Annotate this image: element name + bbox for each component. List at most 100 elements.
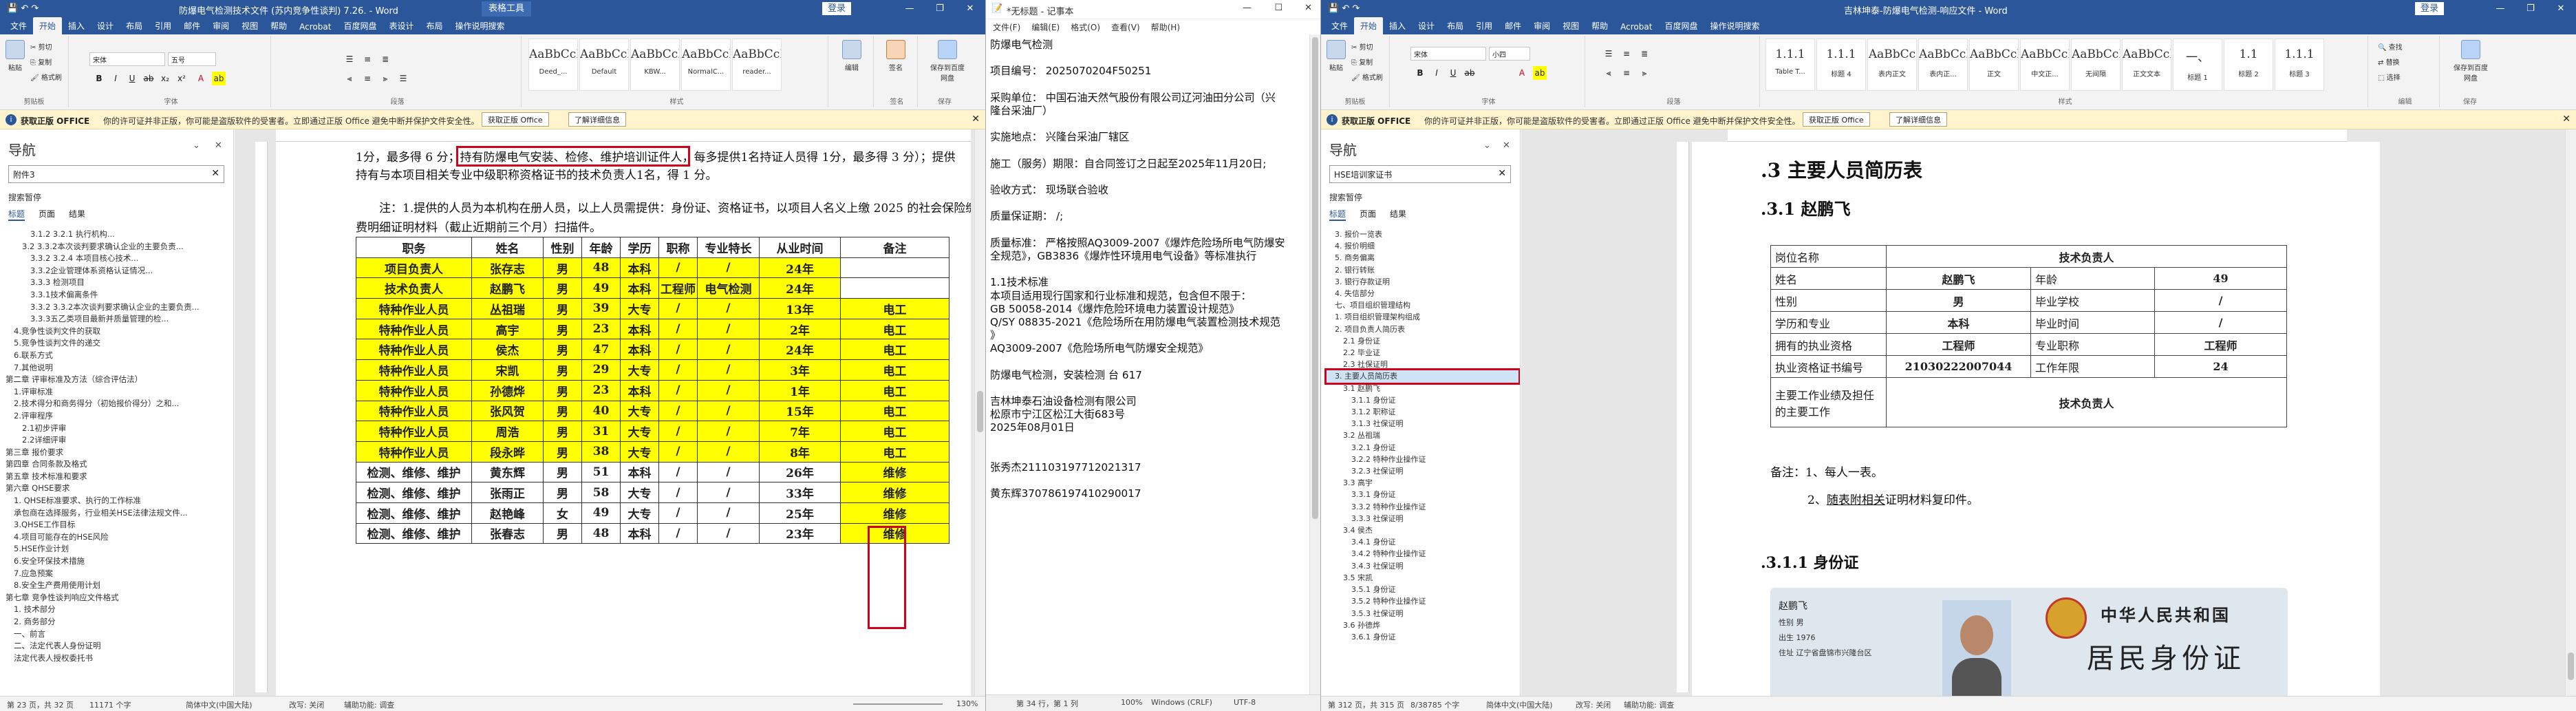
ribbon-tab[interactable]: 审阅 — [206, 17, 235, 34]
table-cell[interactable]: / — [697, 502, 760, 524]
ribbon-tab[interactable]: 邮件 — [178, 17, 206, 34]
close-icon[interactable]: ✕ — [955, 0, 985, 18]
ribbon-tab[interactable]: 操作说明搜索 — [1704, 17, 1765, 34]
table-cell[interactable]: 检测、维修、维护 — [356, 461, 472, 483]
table-cell[interactable]: 本科 — [620, 461, 659, 483]
table-cell[interactable]: / — [658, 421, 698, 442]
style-gallery-item[interactable]: AaBbCcDd reader... — [732, 39, 782, 91]
nav-tree-item[interactable]: 第六章 QHSE要求 — [6, 482, 232, 495]
style-gallery-item[interactable]: AaBbCcI 表内正... — [1918, 39, 1968, 91]
nav-tree-item[interactable]: 3.2.2 特种作业操作证 — [1327, 454, 1518, 465]
nav-tree-item[interactable]: 3.5.1 身份证 — [1327, 584, 1518, 595]
ribbon-tab[interactable]: 视图 — [235, 17, 264, 34]
nav-tab[interactable]: 结果 — [1390, 208, 1406, 221]
table-label-cell[interactable]: 专业职称 — [2030, 333, 2155, 356]
bold-button[interactable]: B — [92, 72, 106, 85]
table-value-cell[interactable]: / — [2154, 289, 2288, 312]
table-label-cell[interactable]: 主要工作业绩及担任的主要工作 — [1770, 377, 1887, 427]
nav-tree-item[interactable]: 3.3.2 特种作业操作证 — [1327, 501, 1518, 513]
nav-tree-item[interactable]: 一、前言 — [6, 628, 232, 641]
italic-button[interactable]: I — [109, 72, 122, 85]
table-cell[interactable]: 孙德烨 — [471, 379, 544, 401]
clear-search-icon[interactable]: ✕ — [1498, 168, 1506, 179]
table-cell[interactable]: / — [697, 379, 760, 401]
table-cell[interactable]: 电气检测 — [697, 277, 760, 299]
table-cell[interactable]: / — [697, 421, 760, 442]
table-cell[interactable]: 大专 — [620, 441, 659, 463]
table-cell[interactable]: / — [697, 339, 760, 361]
table-cell[interactable]: 本科 — [620, 522, 659, 544]
close-icon[interactable]: ✕ — [2546, 0, 2576, 18]
style-gallery-item[interactable]: AaBbCcI Default — [579, 39, 629, 91]
table-cell[interactable]: 特种作业人员 — [356, 318, 472, 340]
table-cell[interactable]: 特种作业人员 — [356, 379, 472, 401]
nav-tree-item[interactable]: 2. 项目负责人简历表 — [1327, 323, 1518, 335]
overtype-indicator[interactable]: 改写: 关闭 — [1576, 699, 1611, 710]
clear-search-icon[interactable]: ✕ — [211, 168, 219, 179]
table-cell[interactable]: 男 — [543, 400, 582, 422]
subscript-button[interactable]: x₂ — [158, 72, 172, 85]
nav-options-icon[interactable]: ⌄ — [1483, 140, 1491, 151]
table-cell[interactable]: 电工 — [840, 400, 949, 422]
menu-item[interactable]: 文件(F) — [993, 21, 1020, 34]
menu-item[interactable]: 编辑(E) — [1031, 21, 1060, 34]
table-cell[interactable]: 大专 — [620, 421, 659, 442]
ribbon-tab[interactable]: 开始 — [33, 17, 63, 34]
table-cell[interactable]: 男 — [543, 298, 582, 319]
multilevel-icon[interactable]: ≣ — [1638, 47, 1651, 61]
table-cell[interactable]: 黄东辉 — [471, 461, 544, 483]
font-name-combo[interactable]: 宋体 — [1410, 47, 1486, 61]
font-color-icon[interactable]: A — [1515, 66, 1529, 80]
table-cell[interactable]: / — [697, 400, 760, 422]
table-cell[interactable]: / — [697, 318, 760, 340]
superscript-button[interactable]: x² — [175, 72, 189, 85]
table-cell[interactable]: / — [697, 359, 760, 381]
ribbon-tab[interactable]: 邮件 — [1499, 17, 1527, 34]
style-gallery-item[interactable]: 1.1 标题 2 — [2224, 39, 2273, 91]
table-cell[interactable]: / — [697, 522, 760, 544]
menu-item[interactable]: 格式(O) — [1071, 21, 1100, 34]
table-cell[interactable]: 项目负责人 — [356, 257, 472, 279]
table-value-cell[interactable]: 21030222007044 — [1886, 355, 2031, 378]
table-cell[interactable]: 男 — [543, 318, 582, 340]
nav-tree-item[interactable]: 3.4.2 特种作业操作证 — [1327, 548, 1518, 560]
table-value-cell[interactable]: 男 — [1886, 289, 2031, 312]
font-size-combo[interactable]: 小四 — [1489, 47, 1530, 61]
style-gallery-item[interactable]: 1.1.1 标题 3 — [2275, 39, 2324, 91]
table-cell[interactable]: 男 — [543, 277, 582, 299]
strikethrough-button[interactable]: ab — [1463, 66, 1477, 80]
table-cell[interactable]: 段永晔 — [471, 441, 544, 463]
nav-tree-item[interactable]: 3.3.3 检测项目 — [6, 277, 232, 289]
nav-tree-item[interactable]: 七、项目组织管理结构 — [1327, 299, 1518, 311]
text-area[interactable]: 防爆电气检测 项目编号： 2025070204F50251 采购单位： 中国石油天然… — [986, 34, 1308, 694]
table-cell[interactable]: 58 — [581, 482, 621, 503]
table-cell[interactable]: 23 — [581, 318, 621, 340]
style-gallery-item[interactable]: AaBbCcDd Deed_... — [528, 39, 578, 91]
nav-tree-item[interactable]: 3.3.1技术偏离条件 — [6, 289, 232, 301]
nav-tree-item[interactable]: 1. 技术部分 — [6, 604, 232, 616]
table-label-cell[interactable]: 姓名 — [1770, 267, 1887, 290]
nav-tree-item[interactable]: 2.1初步评审 — [6, 423, 232, 435]
table-cell[interactable]: 本科 — [620, 339, 659, 361]
nav-tree-item[interactable]: 承包商在选择服务，行业相关HSE法律法规文件... — [6, 507, 232, 520]
close-icon[interactable]: ✕ — [215, 140, 222, 151]
copy-button[interactable]: ⎘ 复制 — [30, 56, 52, 69]
nav-tree-item[interactable]: 3.2 丛祖瑞 — [1327, 429, 1518, 441]
nav-tree-item[interactable]: 3.6 孙德烨 — [1327, 619, 1518, 631]
table-cell[interactable]: 侯杰 — [471, 339, 544, 361]
save-icon[interactable]: 💾 ↶ ↷ — [1328, 3, 1360, 14]
nav-tree-item[interactable]: 2. 商务部分 — [6, 616, 232, 628]
bold-button[interactable]: B — [1413, 66, 1427, 80]
align-right-icon[interactable]: ⫸ — [1638, 66, 1651, 80]
table-cell[interactable]: 张存志 — [471, 257, 544, 279]
close-icon[interactable]: ✕ — [1503, 140, 1510, 151]
table-value-cell[interactable]: 工程师 — [2154, 333, 2288, 356]
minimize-icon[interactable]: — — [894, 0, 925, 18]
italic-button[interactable]: I — [1430, 66, 1443, 80]
nav-tree-item[interactable]: 4.项目可能存在的HSE风险 — [6, 531, 232, 544]
word-count[interactable]: 11171 个字 — [89, 699, 131, 710]
nav-tree-item[interactable]: 3.1 赵鹏飞 — [1327, 383, 1518, 394]
table-cell[interactable]: / — [658, 482, 698, 503]
ribbon-tab[interactable]: 布局 — [420, 17, 449, 34]
table-cell[interactable]: / — [658, 441, 698, 463]
